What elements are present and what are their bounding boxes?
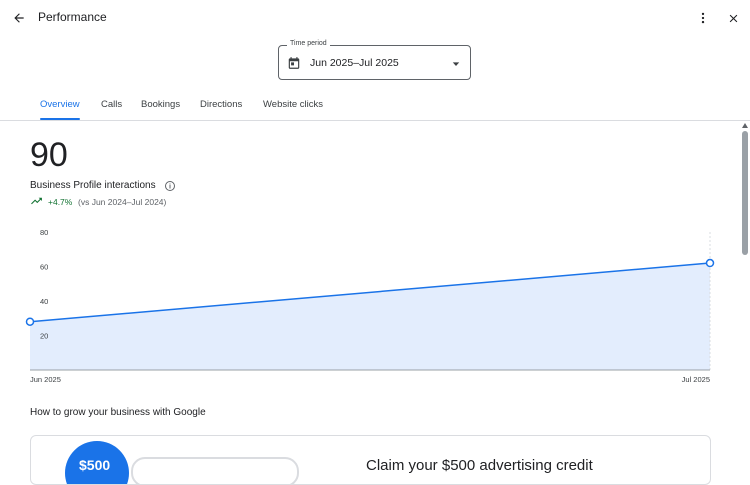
more-vertical-icon bbox=[701, 12, 705, 24]
chart-y-tick-40: 40 bbox=[40, 297, 48, 306]
info-icon[interactable] bbox=[164, 180, 176, 192]
chart-y-tick-20: 20 bbox=[40, 332, 48, 341]
time-period-label: Time period bbox=[287, 40, 330, 47]
trend-value: +4.7% bbox=[48, 197, 73, 207]
promo-badge-amount: $500 bbox=[79, 457, 111, 473]
chart-y-tick-80: 80 bbox=[40, 228, 48, 237]
scroll-up-arrow-icon[interactable] bbox=[742, 123, 748, 128]
tab-bookings[interactable]: Bookings bbox=[141, 99, 180, 110]
trending-up-icon bbox=[31, 197, 42, 205]
tab-website-clicks[interactable]: Website clicks bbox=[263, 99, 323, 110]
page-title: Performance bbox=[38, 10, 107, 24]
top-app-bar: Performance bbox=[0, 0, 750, 36]
chart-x-label-start: Jun 2025 bbox=[30, 375, 61, 384]
chart-area-fill bbox=[30, 263, 710, 370]
active-tab-indicator bbox=[40, 118, 80, 120]
chart-y-tick-60: 60 bbox=[40, 263, 48, 272]
time-period-select[interactable]: Time period Jun 2025–Jul 2025 bbox=[278, 40, 471, 80]
promo-headline: Claim your $500 advertising credit bbox=[366, 457, 593, 474]
trend-comparison: (vs Jun 2024–Jul 2024) bbox=[78, 197, 167, 207]
tab-bar: Overview Calls Bookings Directions Websi… bbox=[0, 91, 750, 121]
interactions-chart: 20 40 60 80 Jun 2025 Jul 2025 bbox=[25, 228, 715, 384]
chart-point-jun-2025[interactable] bbox=[25, 317, 35, 326]
tab-overview[interactable]: Overview bbox=[40, 99, 80, 110]
promo-card[interactable]: $500 Claim your $500 advertising credit bbox=[30, 435, 711, 485]
calendar-icon bbox=[288, 57, 300, 69]
arrow-back-icon bbox=[14, 13, 24, 23]
grow-section-title: How to grow your business with Google bbox=[30, 407, 206, 418]
more-options-button[interactable] bbox=[692, 7, 714, 29]
caret-down-icon bbox=[452, 62, 460, 66]
close-icon bbox=[729, 14, 737, 22]
chart-point-jul-2025[interactable] bbox=[705, 258, 715, 268]
close-button[interactable] bbox=[722, 7, 744, 29]
chart-x-label-end: Jul 2025 bbox=[682, 375, 710, 384]
time-period-value: Jun 2025–Jul 2025 bbox=[310, 57, 399, 69]
promo-illustration-bar bbox=[131, 457, 299, 484]
scrollbar[interactable] bbox=[740, 121, 750, 469]
tab-calls[interactable]: Calls bbox=[101, 99, 122, 110]
tab-directions[interactable]: Directions bbox=[200, 99, 242, 110]
back-button[interactable] bbox=[8, 7, 30, 29]
scrollbar-thumb[interactable] bbox=[742, 131, 748, 255]
interactions-total: 90 bbox=[30, 136, 68, 174]
metric-label: Business Profile interactions bbox=[30, 180, 156, 191]
